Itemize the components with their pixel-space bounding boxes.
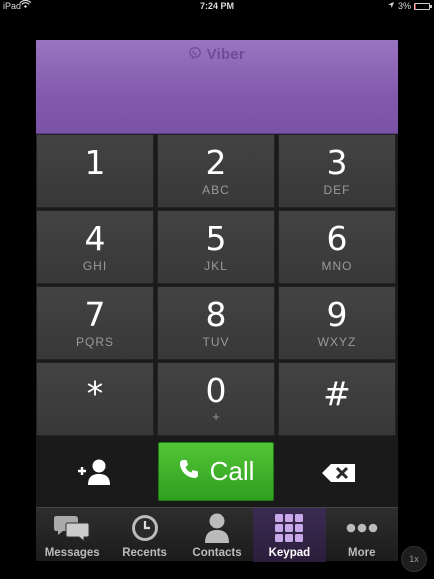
key-star[interactable]: * (36, 362, 154, 436)
tab-messages[interactable]: Messages (36, 508, 108, 562)
key-9[interactable]: 9 WXYZ (278, 286, 396, 360)
phone-bubble-icon (189, 47, 205, 62)
status-time: 7:24 PM (199, 1, 234, 11)
tab-contacts[interactable]: Contacts (181, 508, 253, 562)
keypad-icon (253, 512, 325, 544)
backspace-button[interactable] (280, 440, 398, 504)
add-contact-icon (75, 458, 115, 491)
battery-icon (414, 2, 432, 10)
tab-label: Contacts (192, 547, 242, 559)
key-digit: 1 (84, 143, 106, 182)
key-letters: + (212, 409, 220, 424)
key-5[interactable]: 5 JKL (157, 210, 275, 284)
key-8[interactable]: 8 TUV (157, 286, 275, 360)
key-letters: MNO (321, 259, 353, 273)
key-hash[interactable]: # (278, 362, 396, 436)
tab-more[interactable]: More (326, 508, 398, 562)
viber-header: Viber (36, 40, 398, 134)
key-digit: 5 (205, 219, 227, 258)
key-letters: ABC (202, 183, 230, 197)
key-digit: 7 (84, 295, 106, 334)
key-1[interactable]: 1 (36, 134, 154, 208)
logo-text: Viber (206, 46, 245, 63)
key-digit: 0 (205, 371, 227, 410)
location-icon (387, 1, 395, 11)
tab-bar: Messages Recents Contacts Keypad More (36, 507, 398, 562)
key-digit: 3 (326, 143, 348, 182)
key-digit: 8 (205, 295, 227, 334)
key-digit: 2 (205, 143, 227, 182)
key-0[interactable]: 0 + (157, 362, 275, 436)
call-label: Call (209, 456, 255, 486)
tab-keypad[interactable]: Keypad (253, 508, 326, 562)
key-7[interactable]: 7 PQRS (36, 286, 154, 360)
key-digit: 9 (326, 295, 348, 334)
key-letters: DEF (323, 183, 351, 197)
key-digit: 6 (326, 219, 348, 258)
phone-icon (178, 458, 200, 485)
tab-label: Messages (44, 547, 100, 559)
tab-label: More (348, 547, 376, 559)
key-digit: 4 (84, 219, 106, 258)
key-4[interactable]: 4 GHI (36, 210, 154, 284)
key-6[interactable]: 6 MNO (278, 210, 396, 284)
key-letters: PQRS (75, 335, 114, 349)
clock-icon (108, 512, 180, 544)
viber-app: Viber 1 2 ABC 3 DEF 4 GHI 5 JKL 6 MNO 7 PQRS 8 TUV 9 WXY… (36, 40, 398, 562)
key-digit: * (86, 374, 104, 413)
key-letters: TUV (202, 335, 230, 349)
more-icon (326, 512, 398, 544)
messages-icon (36, 512, 108, 544)
status-bar: iPad 7:24 PM 3% (0, 0, 434, 13)
backspace-icon (321, 463, 357, 488)
battery-percent: 3% (397, 1, 411, 11)
key-3[interactable]: 3 DEF (278, 134, 396, 208)
tab-label: Recents (122, 547, 167, 559)
add-contact-button[interactable] (36, 440, 154, 504)
keypad-bottom-row: Call (36, 437, 398, 507)
key-2[interactable]: 2 ABC (157, 134, 275, 208)
tab-recents[interactable]: Recents (108, 508, 180, 562)
keypad: 1 2 ABC 3 DEF 4 GHI 5 JKL 6 MNO 7 PQRS 8 TUV 9 WXYZ * 0 + # C… (36, 134, 398, 507)
zoom-button[interactable]: 1x (401, 546, 427, 572)
key-letters: WXYZ (317, 335, 357, 349)
key-digit: # (323, 374, 351, 413)
key-letters: JKL (204, 259, 228, 273)
key-letters: GHI (82, 259, 108, 273)
contact-icon (181, 512, 253, 544)
call-button[interactable]: Call (158, 442, 274, 501)
tab-label: Keypad (268, 547, 311, 559)
viber-logo: Viber (36, 46, 398, 63)
